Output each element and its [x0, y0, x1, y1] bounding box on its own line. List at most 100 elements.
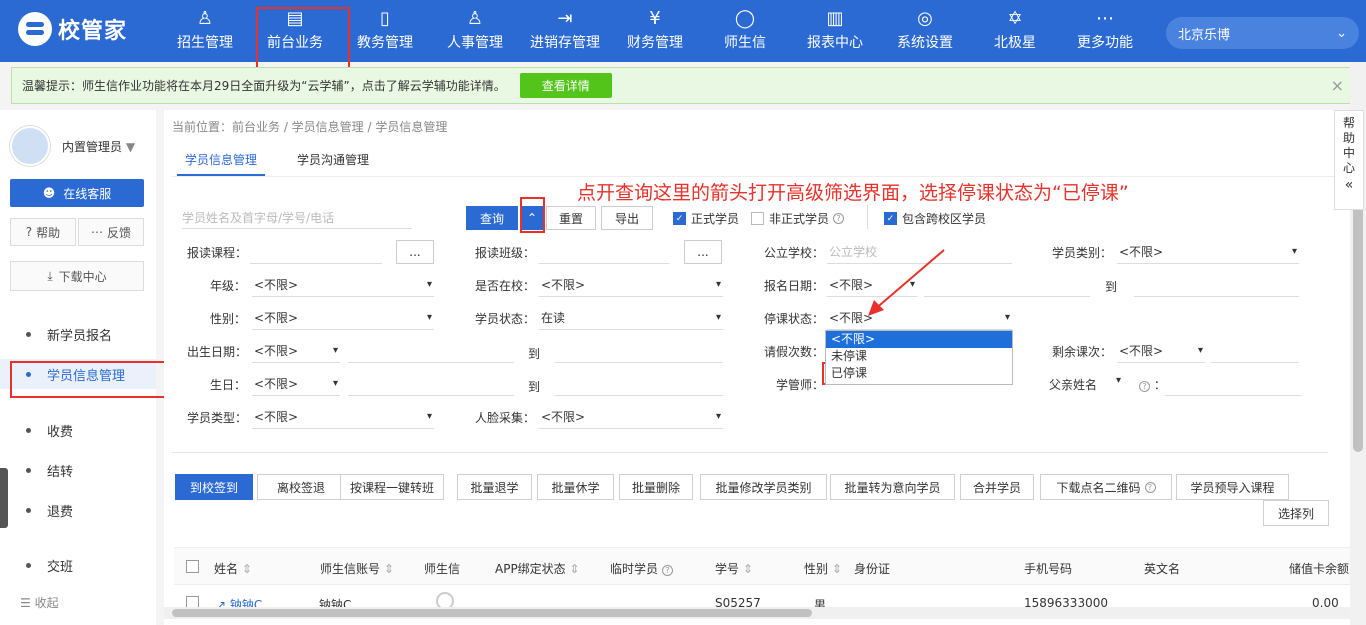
class-field[interactable] [539, 240, 669, 264]
help-center-panel[interactable]: 帮助中心 « [1334, 110, 1364, 210]
sort-icon[interactable]: ⇕ [238, 562, 252, 576]
father-name-field[interactable] [1165, 372, 1301, 396]
online-service-button[interactable]: ☻ 在线客服 [10, 179, 144, 207]
nav-item-6[interactable]: ◯ 师生信 [700, 0, 790, 62]
choose-columns-button[interactable]: 选择列 [1263, 500, 1329, 526]
action-button-4[interactable]: 批量休学 [537, 474, 614, 500]
export-button[interactable]: 导出 [601, 206, 653, 230]
notice-detail-button[interactable]: 查看详情 [519, 73, 612, 98]
sort-icon[interactable]: ⇕ [739, 562, 753, 576]
campus-selector[interactable]: 北京乐博 ⌄ [1166, 17, 1359, 49]
sort-icon[interactable]: ⇕ [828, 562, 842, 576]
column-header[interactable]: 学号 ⇕ [715, 560, 753, 577]
action-button-1[interactable]: 离校签退 [257, 474, 345, 500]
action-button-6[interactable]: 批量修改学员类别 [700, 474, 827, 500]
action-button-0[interactable]: 到校签到 [175, 474, 253, 500]
column-header[interactable]: APP绑定状态 ⇕ [495, 560, 580, 577]
nav-item-5[interactable]: ¥ 财务管理 [610, 0, 700, 62]
face-capture-select[interactable]: <不限> ▾ [539, 405, 723, 429]
bullet-icon [26, 507, 31, 513]
menu-refund[interactable]: 退费 [0, 495, 156, 525]
father-help[interactable]: ? ： [1135, 376, 1166, 393]
birth-date-select[interactable]: <不限> ▾ [252, 339, 340, 363]
scroll-thumb[interactable] [172, 609, 812, 617]
select-all-checkbox[interactable] [186, 560, 199, 573]
user-menu[interactable]: 内置管理员 ▼ [62, 138, 135, 155]
birth-date-from[interactable] [348, 339, 514, 363]
action-button-3[interactable]: 批量退学 [457, 474, 532, 500]
nav-item-2[interactable]: ▯ 教务管理 [340, 0, 430, 62]
download-center-button[interactable]: ⤓ 下载中心 [10, 261, 144, 291]
column-header[interactable]: 储值卡余额 [1289, 560, 1349, 577]
signup-date-to[interactable] [1134, 273, 1299, 297]
remain-lessons-field[interactable] [1211, 339, 1299, 363]
option-unlimited[interactable]: <不限> [826, 331, 1012, 348]
column-header[interactable]: 临时学员? [610, 560, 674, 577]
menu-handover[interactable]: 交班 [0, 550, 156, 580]
birthday-from[interactable] [348, 372, 514, 396]
nav-item-7[interactable]: ▥ 报表中心 [790, 0, 880, 62]
tab-student-info[interactable]: 学员信息管理 [185, 151, 257, 168]
action-button-10[interactable]: 学员预导入课程 [1176, 474, 1289, 500]
column-header[interactable]: 性别 ⇕ [804, 560, 842, 577]
menu-new-student[interactable]: 新学员报名 [0, 319, 156, 349]
search-input[interactable]: 学员姓名及首字母/学号/电话 [182, 207, 412, 229]
checkbox-label: 非正式学员 [769, 212, 830, 226]
student-type-select[interactable]: <不限> ▾ [252, 405, 434, 429]
column-header[interactable]: 英文名 [1144, 560, 1180, 577]
nav-item-3[interactable]: ♙ 人事管理 [430, 0, 520, 62]
birth-date-to[interactable] [555, 339, 723, 363]
status-select[interactable]: 在读 ▾ [539, 306, 723, 330]
option-suspended[interactable]: 已停课 [826, 365, 1012, 382]
nav-item-0[interactable]: ♙ 招生管理 [160, 0, 250, 62]
question-icon[interactable]: ? [833, 213, 845, 224]
column-header[interactable]: 师生信 [424, 560, 460, 577]
remain-lessons-select[interactable]: <不限> ▾ [1117, 339, 1205, 363]
nav-item-4[interactable]: ⇥ 进销存管理 [520, 0, 610, 62]
course-field[interactable] [250, 240, 382, 264]
reset-button[interactable]: 重置 [546, 206, 596, 230]
collapse-sidebar-button[interactable]: ☰ 收起 [20, 594, 59, 611]
action-label: 到校签到 [189, 480, 238, 495]
action-button-2[interactable]: 按课程一键转班 [340, 474, 444, 500]
in-school-select[interactable]: <不限> ▾ [539, 273, 723, 297]
column-header[interactable]: 手机号码 [1024, 560, 1072, 577]
birthday-to[interactable] [555, 372, 723, 396]
nav-item-9[interactable]: ✡ 北极星 [970, 0, 1060, 62]
class-browse-button[interactable]: ... [684, 240, 722, 264]
column-header[interactable]: 师生信账号 ⇕ [320, 560, 394, 577]
gender-select[interactable]: <不限> ▾ [252, 306, 434, 330]
sort-icon[interactable]: ⇕ [566, 562, 580, 576]
menu-transfer[interactable]: 结转 [0, 455, 156, 485]
action-button-8[interactable]: 合并学员 [960, 474, 1034, 500]
tab-student-communication[interactable]: 学员沟通管理 [297, 151, 369, 168]
side-handle[interactable] [0, 468, 8, 528]
avatar[interactable] [10, 126, 50, 166]
feedback-button[interactable]: ⋯ 反馈 [78, 218, 144, 246]
query-button[interactable]: 查询 [466, 206, 518, 230]
column-header[interactable]: 身份证 [854, 560, 890, 577]
chevron-down-icon[interactable]: ▾ [1116, 375, 1121, 386]
action-button-9[interactable]: 下载点名二维码? [1040, 474, 1172, 500]
sort-icon[interactable]: ⇕ [380, 562, 394, 576]
cross-campus-checkbox[interactable]: ✓ 包含跨校区学员 [884, 210, 986, 227]
course-browse-button[interactable]: ... [396, 240, 434, 264]
help-button[interactable]: ? 帮助 [10, 218, 76, 246]
birthday-select[interactable]: <不限> ▾ [252, 372, 340, 396]
informal-student-checkbox[interactable]: 非正式学员? [751, 210, 845, 227]
notice-bar: 温馨提示：师生信作业功能将在本月29日全面升级为“云学辅”，点击了解云学辅功能详… [11, 67, 1355, 104]
nav-item-8[interactable]: ◎ 系统设置 [880, 0, 970, 62]
check-icon: ✓ [884, 212, 897, 225]
column-header[interactable]: 姓名 ⇕ [214, 560, 252, 577]
menu-charge[interactable]: 收费 [0, 415, 156, 445]
option-not-suspended[interactable]: 未停课 [826, 348, 1012, 365]
brand-logo[interactable]: 校管家 [18, 12, 127, 46]
nav-item-10[interactable]: ⋯ 更多功能 [1060, 0, 1150, 62]
action-button-5[interactable]: 批量删除 [619, 474, 693, 500]
category-select[interactable]: <不限> ▾ [1117, 240, 1299, 264]
grade-select[interactable]: <不限> ▾ [252, 273, 434, 297]
action-button-7[interactable]: 批量转为意向学员 [830, 474, 955, 500]
formal-student-checkbox[interactable]: ✓ 正式学员 [673, 210, 739, 227]
horizontal-scrollbar[interactable] [164, 607, 1350, 619]
close-icon[interactable]: × [1331, 76, 1344, 95]
